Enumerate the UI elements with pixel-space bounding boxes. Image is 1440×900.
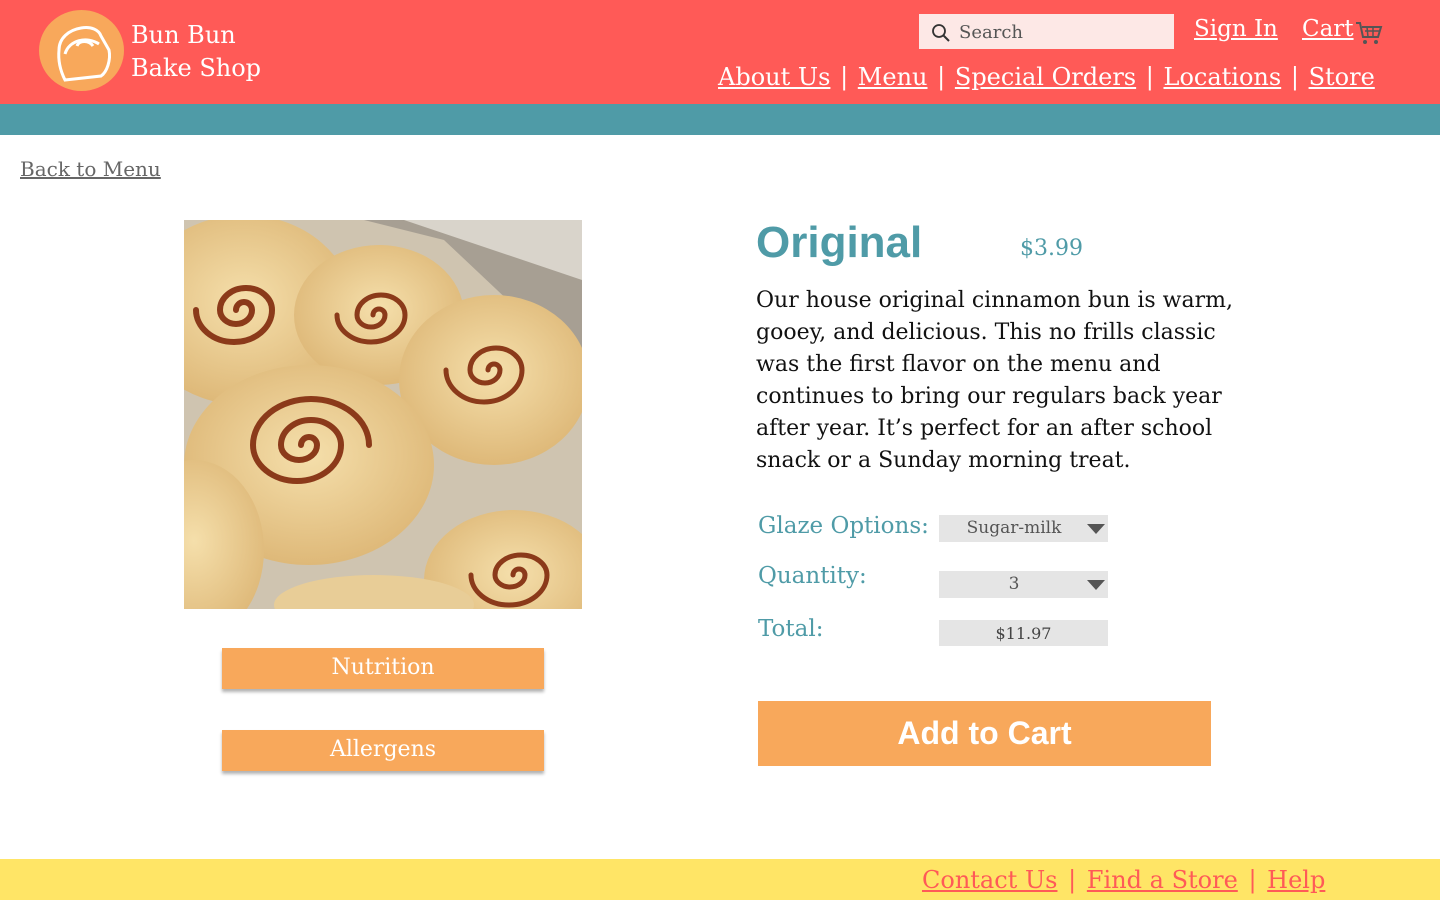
total-value: $11.97 — [939, 620, 1108, 646]
glaze-select[interactable]: Sugar-milk — [939, 515, 1108, 542]
site-footer: Contact Us | Find a Store | Help — [0, 859, 1440, 900]
site-header: Bun Bun Bake Shop Sign In Cart About Us … — [0, 0, 1440, 104]
nav-separator: | — [937, 63, 946, 91]
product-description: Our house original cinnamon bun is warm,… — [756, 288, 1233, 473]
nav-separator: | — [840, 63, 849, 91]
nutrition-button[interactable]: Nutrition — [222, 648, 544, 689]
main-nav: About Us | Menu | Special Orders | Locat… — [718, 63, 1375, 91]
allergens-button[interactable]: Allergens — [222, 730, 544, 771]
total-label: Total: — [758, 616, 824, 642]
bun-logo-icon[interactable] — [39, 10, 124, 91]
search-box[interactable] — [919, 14, 1174, 49]
nav-locations[interactable]: Locations — [1164, 63, 1282, 91]
product-title: Original — [756, 218, 923, 267]
footer-help[interactable]: Help — [1267, 866, 1325, 894]
brand-line-1: Bun Bun — [131, 21, 236, 49]
product-photo — [184, 220, 582, 609]
quantity-select[interactable]: 3 — [939, 571, 1108, 598]
search-icon[interactable] — [931, 23, 951, 43]
nav-about-us[interactable]: About Us — [718, 63, 830, 91]
glaze-selected-value: Sugar-milk — [966, 518, 1062, 538]
footer-nav: Contact Us | Find a Store | Help — [922, 866, 1325, 894]
nav-separator: | — [1290, 63, 1299, 91]
header-accent-bar — [0, 104, 1440, 135]
dropdown-caret-icon[interactable] — [1087, 580, 1105, 590]
footer-find-a-store[interactable]: Find a Store — [1087, 866, 1238, 894]
quantity-selected-value: 3 — [1008, 574, 1020, 594]
cart-link[interactable]: Cart — [1302, 16, 1354, 42]
footer-contact-us[interactable]: Contact Us — [922, 866, 1057, 894]
footer-separator: | — [1248, 866, 1257, 894]
sign-in-link[interactable]: Sign In — [1194, 16, 1278, 42]
dropdown-caret-icon[interactable] — [1087, 524, 1105, 534]
nav-special-orders[interactable]: Special Orders — [955, 63, 1136, 91]
brand-line-2: Bake Shop — [131, 54, 262, 82]
nav-store[interactable]: Store — [1309, 63, 1375, 91]
footer-separator: | — [1068, 866, 1077, 894]
glaze-options-label: Glaze Options: — [758, 513, 929, 539]
quantity-label: Quantity: — [758, 563, 867, 589]
cart-icon[interactable] — [1355, 20, 1383, 46]
brand-name[interactable]: Bun Bun Bake Shop — [131, 19, 261, 85]
search-input[interactable] — [959, 19, 1164, 45]
nav-separator: | — [1145, 63, 1154, 91]
back-to-menu-link[interactable]: Back to Menu — [20, 157, 161, 181]
nav-menu[interactable]: Menu — [858, 63, 928, 91]
add-to-cart-button[interactable]: Add to Cart — [758, 701, 1211, 766]
product-price: $3.99 — [1020, 236, 1083, 261]
